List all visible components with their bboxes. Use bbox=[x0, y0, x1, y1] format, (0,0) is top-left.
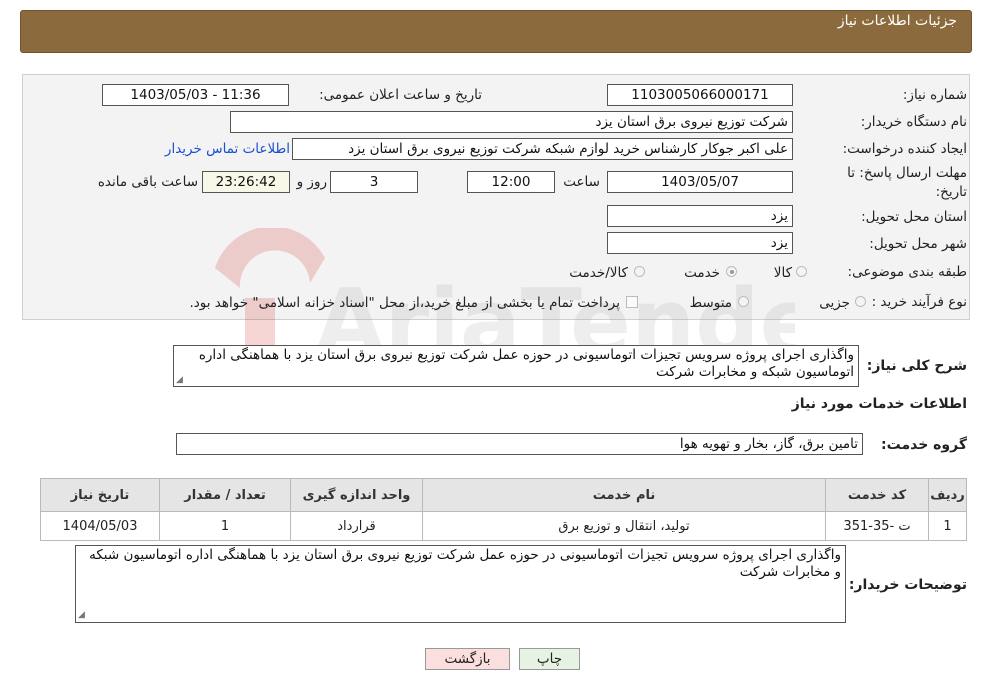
purchase-type-option-medium: متوسط bbox=[689, 295, 732, 311]
summary-resize-grip-icon[interactable]: ◢ bbox=[176, 376, 184, 385]
service-group-field: تامین برق، گاز، بخار و تهویه هوا bbox=[176, 433, 863, 455]
buyer-notes-label: توضیحات خریدار: bbox=[848, 577, 967, 593]
remaining-days-field: 3 bbox=[330, 171, 418, 193]
col-need-date-header: تاریخ نیاز bbox=[40, 478, 160, 512]
table-header-row: ردیف کد خدمت نام خدمت واحد اندازه گیری ت… bbox=[40, 478, 967, 512]
back-button[interactable]: بازگشت bbox=[425, 648, 510, 670]
category-option-service: خدمت bbox=[684, 265, 720, 281]
need-number-field: 1103005066000171 bbox=[607, 84, 793, 106]
need-number-label: شماره نیاز: bbox=[902, 87, 967, 103]
purchase-type-radio-medium[interactable] bbox=[738, 296, 749, 307]
summary-label: شرح کلی نیاز: bbox=[866, 358, 967, 374]
cell-service-code: ت -35-351 bbox=[825, 511, 929, 541]
purchase-type-radio-minor[interactable] bbox=[855, 296, 866, 307]
col-unit-header: واحد اندازه گیری bbox=[290, 478, 423, 512]
print-button[interactable]: چاپ bbox=[519, 648, 580, 670]
category-radio-goods[interactable] bbox=[796, 266, 807, 277]
services-section-title: اطلاعات خدمات مورد نیاز bbox=[791, 396, 967, 412]
deadline-label-line2: تاریخ: bbox=[935, 184, 967, 200]
requester-field: علی اکبر جوکار کارشناس خرید لوازم شبکه ش… bbox=[292, 138, 793, 160]
category-radio-service[interactable] bbox=[726, 266, 737, 277]
cell-quantity: 1 bbox=[159, 511, 291, 541]
buyer-org-field: شرکت توزیع نیروی برق استان یزد bbox=[230, 111, 793, 133]
cell-unit: قرارداد bbox=[290, 511, 423, 541]
col-service-code-header: کد خدمت bbox=[825, 478, 929, 512]
deadline-time-field: 12:00 bbox=[467, 171, 555, 193]
province-label: استان محل تحویل: bbox=[861, 209, 967, 225]
page-title: جزئیات اطلاعات نیاز bbox=[837, 13, 957, 29]
remaining-time-field: 23:26:42 bbox=[202, 171, 290, 193]
deadline-time-label: ساعت bbox=[563, 174, 600, 190]
purchase-type-label: نوع فرآیند خرید : bbox=[871, 294, 967, 310]
category-label: طبقه بندی موضوعی: bbox=[847, 264, 967, 280]
col-service-name-header: نام خدمت bbox=[422, 478, 826, 512]
page-header bbox=[20, 10, 972, 53]
announce-datetime-label: تاریخ و ساعت اعلان عمومی: bbox=[319, 87, 482, 103]
remaining-time-label: ساعت باقی مانده bbox=[97, 174, 198, 190]
services-table: ردیف کد خدمت نام خدمت واحد اندازه گیری ت… bbox=[40, 478, 967, 541]
buyer-org-label: نام دستگاه خریدار: bbox=[860, 114, 967, 130]
deadline-label: مهلت ارسال پاسخ: تا bbox=[847, 165, 967, 181]
col-row-header: ردیف bbox=[928, 478, 967, 512]
treasury-payment-checkbox[interactable] bbox=[626, 296, 638, 308]
announce-datetime-field: 1403/05/03 - 11:36 bbox=[102, 84, 289, 106]
col-quantity-header: تعداد / مقدار bbox=[159, 478, 291, 512]
city-field: یزد bbox=[607, 232, 793, 254]
buyer-contact-link[interactable]: اطلاعات تماس خریدار bbox=[157, 141, 290, 157]
category-option-goods-service: کالا/خدمت bbox=[569, 265, 628, 281]
city-label: شهر محل تحویل: bbox=[869, 236, 967, 252]
buyer-notes-textarea[interactable]: واگذاری اجرای پروژه سرویس تجیزات اتوماسی… bbox=[75, 545, 846, 623]
category-radio-goods-service[interactable] bbox=[634, 266, 645, 277]
remaining-days-label: روز و bbox=[296, 174, 327, 190]
province-field: یزد bbox=[607, 205, 793, 227]
table-row: 1 ت -35-351 تولید، انتقال و توزیع برق قر… bbox=[40, 511, 967, 541]
service-group-label: گروه خدمت: bbox=[881, 437, 967, 453]
buyer-notes-resize-grip-icon[interactable]: ◢ bbox=[78, 611, 86, 620]
cell-row-number: 1 bbox=[928, 511, 967, 541]
summary-textarea[interactable]: واگذاری اجرای پروژه سرویس تجیزات اتوماسی… bbox=[173, 345, 859, 387]
cell-need-date: 1404/05/03 bbox=[40, 511, 160, 541]
category-option-goods: کالا bbox=[773, 265, 792, 281]
treasury-payment-note: پرداخت تمام یا بخشی از مبلغ خرید،از محل … bbox=[189, 295, 620, 311]
cell-service-name: تولید، انتقال و توزیع برق bbox=[422, 511, 826, 541]
purchase-type-option-minor: جزیی bbox=[819, 295, 850, 311]
deadline-date-field: 1403/05/07 bbox=[607, 171, 793, 193]
requester-label: ایجاد کننده درخواست: bbox=[842, 141, 967, 157]
